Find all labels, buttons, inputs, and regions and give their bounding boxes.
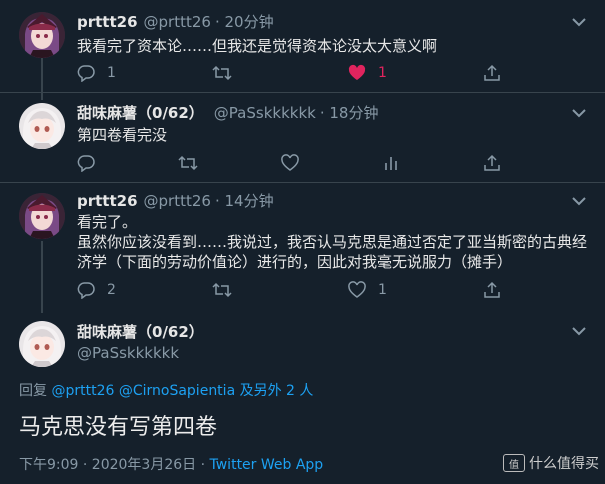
user-handle[interactable]: @PaSskkkkkk [214,104,316,122]
tweet-header: prttt26 @prttt26 · 14分钟 [77,191,274,211]
tweet-time[interactable]: · 14分钟 [215,192,274,210]
main-user-handle[interactable]: @PaSskkkkkk [77,343,179,363]
share-icon [484,64,500,81]
retweet-button[interactable] [178,153,210,173]
reply-others-link[interactable]: 及另外 2 人 [240,383,314,399]
watermark-logo: 值 [503,454,525,472]
share-button[interactable] [483,63,501,83]
chevron-down-icon[interactable] [571,16,587,28]
reply-icon [77,65,95,82]
share-icon [484,154,500,171]
heart-icon [348,64,366,80]
tweet-header: 甜味麻薯（0/62） @PaSskkkkkk · 18分钟 [77,103,378,123]
analytics-button[interactable] [383,153,399,173]
reply-button[interactable]: 2 [77,280,116,300]
timestamp-text[interactable]: 下午9:09 · 2020年3月26日 · [19,457,210,473]
share-button[interactable] [483,280,501,300]
display-name[interactable]: prttt26 [77,13,138,31]
avatar[interactable] [19,321,65,367]
display-name[interactable]: 甜味麻薯（0/62） [77,104,204,122]
like-count: 1 [378,65,387,81]
user-handle[interactable]: @prttt26 [144,13,211,31]
watermark-text: 什么值得买 [529,456,599,472]
reply-count: 2 [107,282,116,298]
chevron-down-icon[interactable] [571,195,587,207]
tweet-text-line: 我看完了资本论……但我还是觉得资本论没太大意义啊 [77,37,438,55]
share-icon [484,281,500,298]
display-name[interactable]: prttt26 [77,192,138,210]
heart-outline-icon [348,281,366,298]
retweet-icon [212,282,232,298]
action-bar: 2 1 [77,280,577,300]
reply-mention-link[interactable]: @CirnoSapientia [119,383,235,399]
tweet-text: 第四卷看完没 [77,125,167,145]
tweet-time[interactable]: · 20分钟 [215,13,274,31]
chevron-down-icon[interactable] [571,325,587,337]
avatar[interactable] [19,193,65,239]
chevron-down-icon[interactable] [571,107,587,119]
heart-outline-icon [281,154,299,171]
share-button[interactable] [483,153,501,173]
retweet-button[interactable] [212,280,244,300]
reply-icon [77,282,95,299]
watermark: 值 什么值得买 [503,453,599,473]
reply-mention-link[interactable]: @prttt26 [51,383,114,399]
reply-button[interactable]: 1 [77,63,116,83]
tweet-2[interactable]: 甜味麻薯（0/62） @PaSskkkkkk · 18分钟 第四卷看完没 [0,93,605,188]
tweet-text: 我看完了资本论……但我还是觉得资本论没太大意义啊 [77,36,437,56]
thread-line [41,241,43,313]
tweet-text-line: 济学（下面的劳动价值论）进行的，因此对我毫无说服力（摊手） [77,253,513,271]
avatar[interactable] [19,12,65,58]
tweet-text-line: 看完了。 [77,213,138,231]
tweet-text-line: 第四卷看完没 [77,126,168,144]
action-bar: 1 1 [77,63,577,83]
reply-count: 1 [107,65,116,81]
tweet-header: prttt26 @prttt26 · 20分钟 [77,12,274,32]
reply-button[interactable] [77,153,107,173]
tweet-time[interactable]: · 18分钟 [320,104,379,122]
like-button[interactable] [281,153,311,173]
main-display-name[interactable]: 甜味麻薯（0/62） [77,322,204,342]
source-link[interactable]: Twitter Web App [210,457,324,473]
user-handle[interactable]: @prttt26 [144,192,211,210]
replying-to: 回复 @prttt26 @CirnoSapientia 及另外 2 人 [19,380,313,400]
analytics-icon [385,157,397,170]
tweet-3[interactable]: prttt26 @prttt26 · 14分钟 看完了。 虽然你应该没看到……我说过… [0,183,605,313]
action-bar [77,153,577,173]
reply-prefix: 回复 [19,383,47,399]
display-name[interactable]: 甜味麻薯（0/62） [77,323,204,341]
retweet-icon [212,65,232,81]
main-tweet-text: 马克思没有写第四卷 [19,415,218,440]
tweet-text-line: 虽然你应该没看到……我说过，我否认马克思是通过否定了亚当斯密的古典经 [77,233,588,251]
tweet-text: 看完了。 虽然你应该没看到……我说过，我否认马克思是通过否定了亚当斯密的古典经 … [77,212,587,272]
like-button[interactable]: 1 [348,280,387,300]
retweet-icon [178,155,198,171]
like-count: 1 [378,282,387,298]
reply-icon [77,155,95,172]
tweet-1[interactable]: prttt26 @prttt26 · 20分钟 我看完了资本论……但我还是觉得资本论… [0,0,605,100]
tweet-timestamp: 下午9:09 · 2020年3月26日 · Twitter Web App [19,454,323,474]
user-handle[interactable]: @PaSskkkkkk [77,344,179,362]
retweet-button[interactable] [212,63,244,83]
avatar[interactable] [19,103,65,149]
like-button[interactable]: 1 [348,63,387,83]
